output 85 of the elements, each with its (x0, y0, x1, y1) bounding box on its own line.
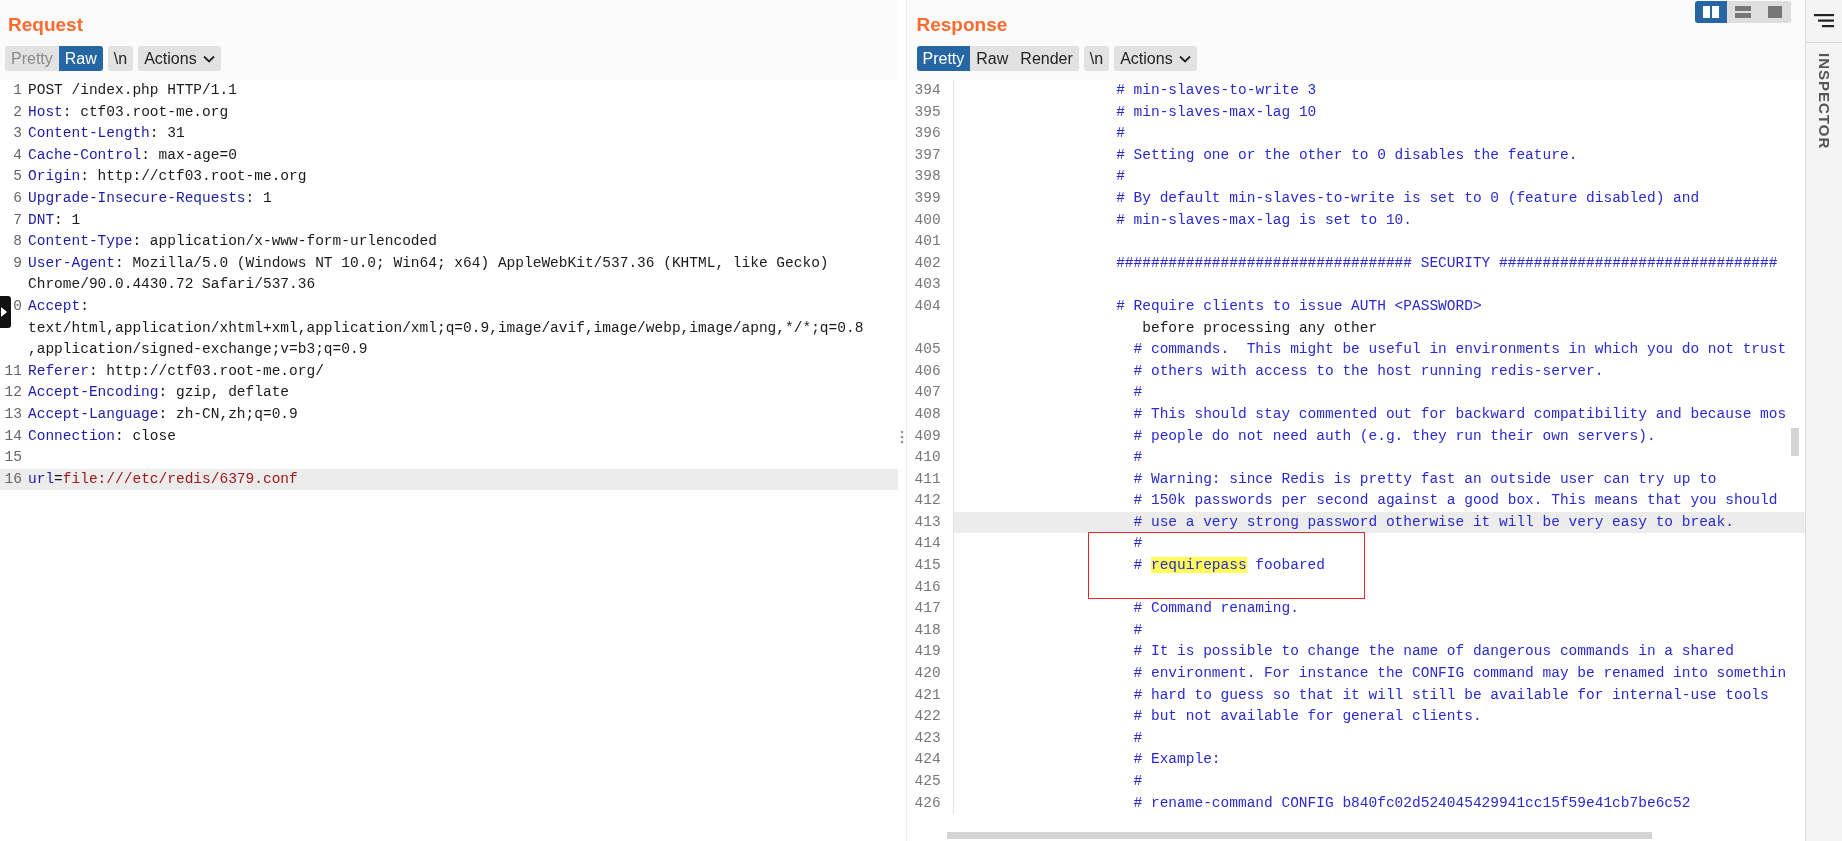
code-line: # (1133, 620, 1143, 640)
view-tab[interactable]: Raw (58, 46, 103, 71)
code-line: # but not available for general clients. (1133, 707, 1482, 727)
expand-handle-icon[interactable] (0, 296, 11, 328)
code-line: Chrome/90.0.4430.72 Safari/537.36 (28, 275, 316, 295)
code-line: Accept: (28, 296, 89, 316)
single-pane-icon (1767, 6, 1784, 18)
drag-handle-icon[interactable] (899, 430, 904, 444)
code-line: # (1116, 167, 1125, 187)
code-line: User-Agent: Mozilla/5.0 (Windows NT 10.0; Win64; x64) AppleWebKit/537.36 (KHTML, like Gecko) (28, 253, 829, 273)
code-line: # (1133, 383, 1143, 403)
code-line: Origin: http://ctf03.root-me.org (28, 167, 307, 187)
line-number: 5 (13, 168, 22, 185)
code-line: # environment. For instance the CONFIG command may be renamed into somethin (1133, 664, 1787, 684)
code-line: Cache-Control: max-age=0 (28, 145, 237, 165)
code-line: # min-slaves-max-lag 10 (1116, 102, 1317, 122)
code-line: # (1133, 772, 1143, 791)
line-number: 8 (13, 233, 22, 250)
code-line: # commands. This might be useful in environments in which you do not trust (1133, 340, 1787, 360)
code-line: # hard to guess so that it will still be available for internal-use tools (1133, 685, 1769, 705)
line-number: 6 (13, 189, 22, 206)
code-line: before processing any other (1142, 318, 1378, 338)
caret-icon (1178, 54, 1191, 63)
code-line: # By default min-slaves-to-write is set to 0 (feature disabled) and (1116, 188, 1700, 208)
line-number: 12 (4, 384, 22, 401)
code-line: # Require clients to issue AUTH <PASSWORD> (1116, 296, 1482, 316)
code-line: Content-Length: 31 (28, 124, 185, 144)
line-number: 4 (13, 146, 22, 163)
panel-title: Response (916, 14, 1008, 36)
line-number: 14 (4, 427, 22, 444)
code-line: # others with access to the host running redis-server. (1133, 361, 1604, 381)
line-number: 2 (13, 103, 22, 120)
line-number: 3 (13, 125, 22, 142)
code-line: POST /index.php HTTP/1.1 (28, 81, 237, 100)
actions-dropdown[interactable]: Actions (1114, 46, 1197, 71)
code-line: # (1133, 534, 1143, 554)
code-line: # This should stay commented out for backward compatibility and because mos (1133, 404, 1787, 424)
code-line: # rename-command CONFIG b840fc02d524045429941cc15f59e41cb7be6c52 (1133, 793, 1691, 813)
newline-toggle-button[interactable]: \n (107, 46, 134, 71)
code-line: Referer: http://ctf03.root-me.org/ (28, 361, 324, 381)
code-line: # It is possible to change the name of dangerous commands in a shared (1133, 642, 1734, 662)
panel-title: Request (8, 14, 83, 36)
code-line: # requirepass foobared (1133, 556, 1325, 576)
line-number: 15 (4, 449, 22, 466)
code-line: # use a very strong password otherwise it will be very easy to break. (1133, 512, 1734, 532)
view-tab[interactable]: Pretty (916, 46, 971, 71)
newline-toggle-button[interactable]: \n (1083, 46, 1110, 71)
code-line: # min-slaves-to-write 3 (1116, 81, 1317, 100)
code-line: Accept-Encoding: gzip, deflate (28, 383, 290, 403)
scrollbar-thumb[interactable] (1791, 428, 1800, 456)
code-line: # Warning: since Redis is pretty fast an outside user can try up to (1133, 469, 1717, 489)
code-line: url=file:///etc/redis/6379.conf (28, 469, 298, 489)
scrollbar-thumb[interactable] (946, 832, 1652, 839)
code-line: Connection: close (28, 426, 176, 446)
code-line: # Command renaming. (1133, 599, 1299, 619)
code-line: ,application/signed-exchange;v=b3;q=0.9 (28, 340, 368, 360)
code-line: # Example: (1133, 750, 1221, 770)
line-number: 16 (4, 470, 22, 487)
code-line: DNT: 1 (28, 210, 81, 230)
code-line: # (1133, 448, 1143, 468)
inspector-tab[interactable]: INSPECTOR (1815, 53, 1833, 150)
code-line: # people do not need auth (e.g. they run their own servers). (1133, 426, 1656, 446)
code-line: ################################## SECURITY ################################ (1116, 253, 1778, 273)
line-number: 9 (13, 254, 22, 271)
code-line: text/html,application/xhtml+xml,application/xml;q=0.9,image/avif,image/webp,image/apng,*/*;q=0.8 (28, 318, 864, 338)
code-line: Upgrade-Insecure-Requests: 1 (28, 188, 272, 208)
actions-dropdown[interactable]: Actions (138, 46, 221, 71)
two-columns-icon (1703, 6, 1720, 18)
line-number: 11 (4, 362, 22, 379)
code-line: # Setting one or the other to 0 disables the feature. (1116, 145, 1578, 165)
line-number: 0 (13, 297, 22, 314)
code-line: # 150k passwords per second against a good box. This means that you should (1133, 491, 1778, 511)
two-rows-icon (1735, 6, 1752, 18)
line-number: 1 (13, 82, 22, 98)
menu-icon[interactable] (1814, 14, 1834, 28)
caret-icon (202, 54, 215, 63)
code-line: # (1116, 124, 1125, 144)
code-line: Host: ctf03.root-me.org (28, 102, 229, 122)
code-line: Content-Type: application/x-www-form-urlencoded (28, 232, 437, 252)
line-number: 13 (4, 405, 22, 422)
code-line: # (1133, 728, 1143, 748)
code-line: # min-slaves-max-lag is set to 10. (1116, 210, 1412, 230)
side-by-side-layout-button[interactable] (1695, 1, 1728, 23)
code-line: Accept-Language: zh-CN,zh;q=0.9 (28, 404, 298, 424)
line-number: 7 (13, 211, 22, 228)
